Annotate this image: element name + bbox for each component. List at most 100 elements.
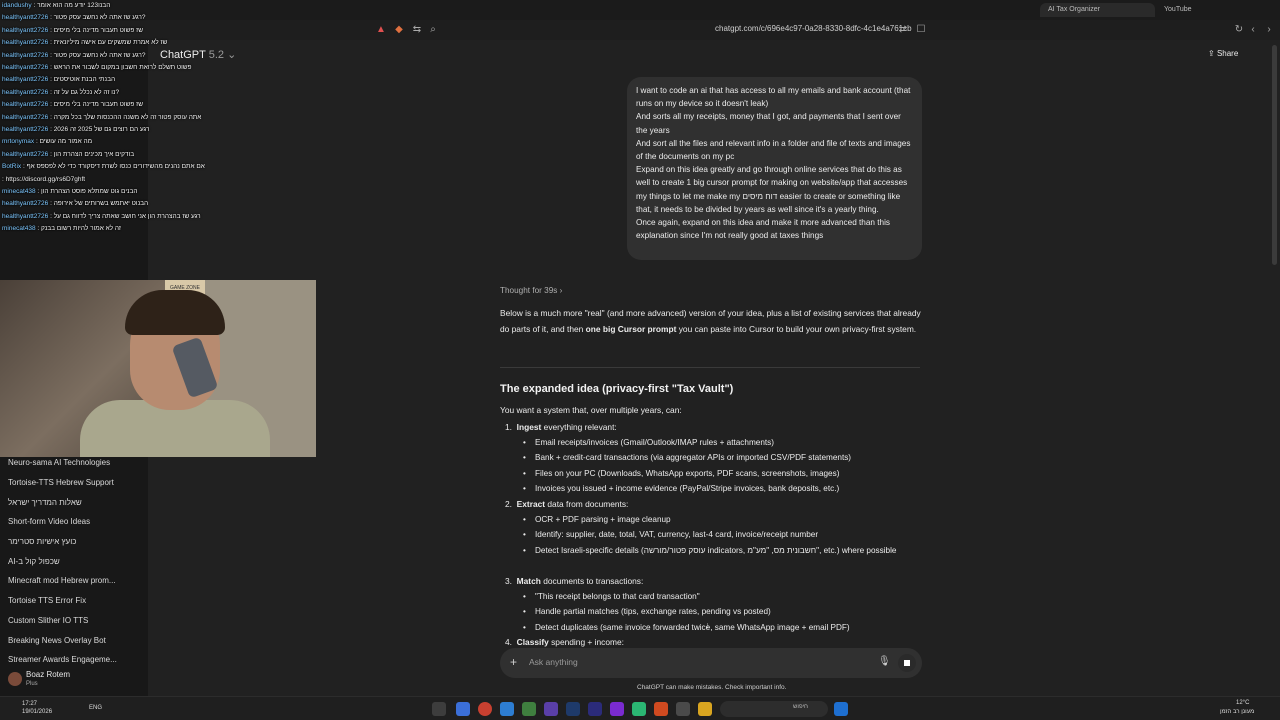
bullet-item: Detect duplicates (same invoice forwarde… xyxy=(523,620,905,636)
chat-username: healthyantt2726 xyxy=(2,64,49,71)
user-name: Boaz Rotem xyxy=(26,670,71,679)
list-bold: Match xyxy=(516,576,541,586)
chat-text: שז פשוט תעבור מדינה בלי מיסים xyxy=(53,26,143,34)
sheets-icon[interactable] xyxy=(522,702,536,716)
tab-youtube[interactable]: YouTube xyxy=(1156,3,1246,17)
tab-ai-tax-organizer[interactable]: AI Tax Organizer xyxy=(1040,3,1155,17)
chat-message: minecat438 : הבנים גוט שמתלא פוסט הצהרת … xyxy=(2,188,138,195)
plus-icon[interactable]: + xyxy=(510,655,517,669)
start-icon[interactable] xyxy=(834,702,848,716)
thought-label: Thought for 39s xyxy=(500,286,558,295)
sidebar-item-chat[interactable]: Neuro-sama AI Technologies xyxy=(8,458,110,467)
tab-label: AI Tax Organizer xyxy=(1048,6,1101,13)
chat-text: https://discord.gg/rs6D7ghft xyxy=(5,175,86,183)
bullet-item: Invoices you issued + income evidence (P… xyxy=(523,481,905,497)
chat-text: פשוט תשלם לרואת חשבון במקום לשבור את הרא… xyxy=(53,64,192,71)
brave-browser-icon[interactable] xyxy=(478,702,492,716)
sidebar-item-chat[interactable]: Minecraft mod Hebrew prom... xyxy=(8,576,116,585)
bookmark-icon[interactable]: ☐ xyxy=(914,23,928,37)
list-number: 3. xyxy=(505,576,512,586)
translate-icon[interactable]: ⇄ xyxy=(896,23,910,37)
back-icon[interactable]: ‹ xyxy=(1246,23,1260,37)
intro-text: you can paste into Cursor to build your … xyxy=(678,323,917,334)
share-button[interactable]: ⇪ Share xyxy=(1208,49,1238,58)
docs-icon[interactable] xyxy=(500,702,514,716)
sidebar-item-chat[interactable]: Tortoise-TTS Hebrew Support xyxy=(8,478,114,487)
record-icon[interactable]: ▲ xyxy=(374,23,388,37)
avatar xyxy=(8,672,22,686)
chat-message: healthyantt2726 : בודקים איך מכינים הצהר… xyxy=(2,150,135,158)
sidebar-item-chat[interactable]: כועץ אישיות סטרימר xyxy=(8,537,76,546)
forward-icon[interactable]: › xyxy=(1262,23,1276,37)
sidebar-item-chat[interactable]: Breaking News Overlay Bot xyxy=(8,636,106,645)
list-section: 4. Classify spending + income: xyxy=(505,637,624,647)
chat-text: שז פשוט תעבור מדינה בלי מיסים xyxy=(53,101,143,109)
user-message-line: Expand on this idea greatly and go throu… xyxy=(636,165,908,214)
chat-username: healthyantt2726 xyxy=(2,101,49,109)
app-icon[interactable] xyxy=(456,702,470,716)
list-bold: Extract xyxy=(516,499,546,509)
language-indicator[interactable]: ENG xyxy=(89,705,102,711)
sidebar-item-chat[interactable]: Custom Slither IO TTS xyxy=(8,616,88,625)
chat-message: healthyantt2726 : רגע שז אתה לא נחשב עסק… xyxy=(2,51,146,59)
list-section: 3. Match documents to transactions: xyxy=(505,576,643,586)
tab-swap-icon[interactable]: ⇆ xyxy=(410,23,424,37)
tab-label: YouTube xyxy=(1164,6,1192,13)
microphone-icon[interactable]: 🎙 xyxy=(878,656,891,667)
chat-text: זה לא אמור להיות רשום בבנק xyxy=(41,225,122,233)
taskbar: 17:27 19/01/2026 ENG חיפוש 12°C מעונן רב… xyxy=(0,696,1280,720)
chat-username: healthyantt2726 xyxy=(2,126,49,133)
app-icon[interactable] xyxy=(544,702,558,716)
search-icon[interactable]: ⌕ xyxy=(426,23,440,37)
user-message: I want to code an ai that has access to … xyxy=(627,77,922,260)
chat-username: healthyantt2726 xyxy=(2,200,49,208)
prompt-input[interactable]: Ask anything xyxy=(529,657,578,667)
sidebar-item-chat[interactable]: AI-שכפול קול ב xyxy=(8,557,60,566)
pr-icon[interactable] xyxy=(588,702,602,716)
webcam-feed: GAME ZONE xyxy=(0,280,316,457)
brave-icon[interactable]: ◆ xyxy=(392,23,406,37)
reload-icon[interactable]: ↻ xyxy=(1232,23,1246,37)
list-section: 2. Extract data from documents: xyxy=(505,499,628,509)
scrollbar[interactable] xyxy=(1272,45,1277,265)
chat-username: BotRix xyxy=(2,163,22,171)
hair xyxy=(125,290,225,335)
chat-message: healthyantt2726 : אתה עוסק פטור זה לא מש… xyxy=(2,113,202,121)
intro-bold: one big Cursor prompt xyxy=(585,323,677,334)
chat-username: healthyantt2726 xyxy=(2,113,49,121)
disclaimer: ChatGPT can make mistakes. Check importa… xyxy=(637,684,787,691)
app-icon[interactable] xyxy=(610,702,624,716)
task-view-icon[interactable] xyxy=(432,702,446,716)
chrome-icon[interactable] xyxy=(632,702,646,716)
chat-text: הבנים גוט שמתלא פוסט הצהרת הון xyxy=(41,188,138,195)
list-bold: Ingest xyxy=(516,422,542,432)
chat-text: שז לא אמרת שמשקים עם אישה מיליונאית xyxy=(53,39,168,47)
brave-icon[interactable] xyxy=(654,702,668,716)
sidebar-item-chat[interactable]: Short-form Video Ideas xyxy=(8,517,90,526)
folder-icon[interactable] xyxy=(698,702,712,716)
list-number: 1. xyxy=(505,422,512,432)
thought-toggle[interactable]: Thought for 39s › xyxy=(500,286,562,295)
weather-temp: 12°C xyxy=(1236,700,1250,706)
chat-text: רגע שז אתה לא נחשב עסק פטור? xyxy=(53,14,146,22)
chat-text: בודקים איך מכינים הצהרת הון xyxy=(53,150,135,158)
chat-message: minecat438 : זה לא אמור להיות רשום בבנק xyxy=(2,225,122,233)
ae-icon[interactable] xyxy=(566,702,580,716)
taskbar-search[interactable]: חיפוש xyxy=(720,701,828,717)
url-text[interactable]: chatgpt.com/c/696e4c97-0a28-8330-8dfc-4c… xyxy=(715,24,912,33)
stop-button[interactable] xyxy=(898,654,916,672)
chat-username: healthyantt2726 xyxy=(2,39,49,47)
chat-text: רגע הם רוצים גם של 2025 זה 2026 xyxy=(53,126,150,133)
sidebar-item-chat[interactable]: Streamer Awards Engageme... xyxy=(8,655,117,664)
list-text: documents to transactions: xyxy=(543,576,644,586)
chat-message: healthyantt2726 : רגע שז בהצהרת הון אני … xyxy=(2,212,201,220)
sidebar-item-chat[interactable]: שאלות המדריך ישראל xyxy=(8,498,82,507)
user-profile[interactable]: Boaz Rotem Plus xyxy=(0,664,148,696)
chat-username: idandushy xyxy=(2,2,32,9)
chat-username: mrtonymax xyxy=(2,138,35,146)
scroll-down-icon[interactable]: ↓ xyxy=(705,620,710,630)
store-icon[interactable] xyxy=(676,702,690,716)
chat-message: healthyantt2726 : שז פשוט תעבור מדינה בל… xyxy=(2,26,143,34)
chat-message: healthyantt2726 : רגע שז אתה לא נחשב עסק… xyxy=(2,14,146,22)
sidebar-item-chat[interactable]: Tortoise TTS Error Fix xyxy=(8,596,86,605)
